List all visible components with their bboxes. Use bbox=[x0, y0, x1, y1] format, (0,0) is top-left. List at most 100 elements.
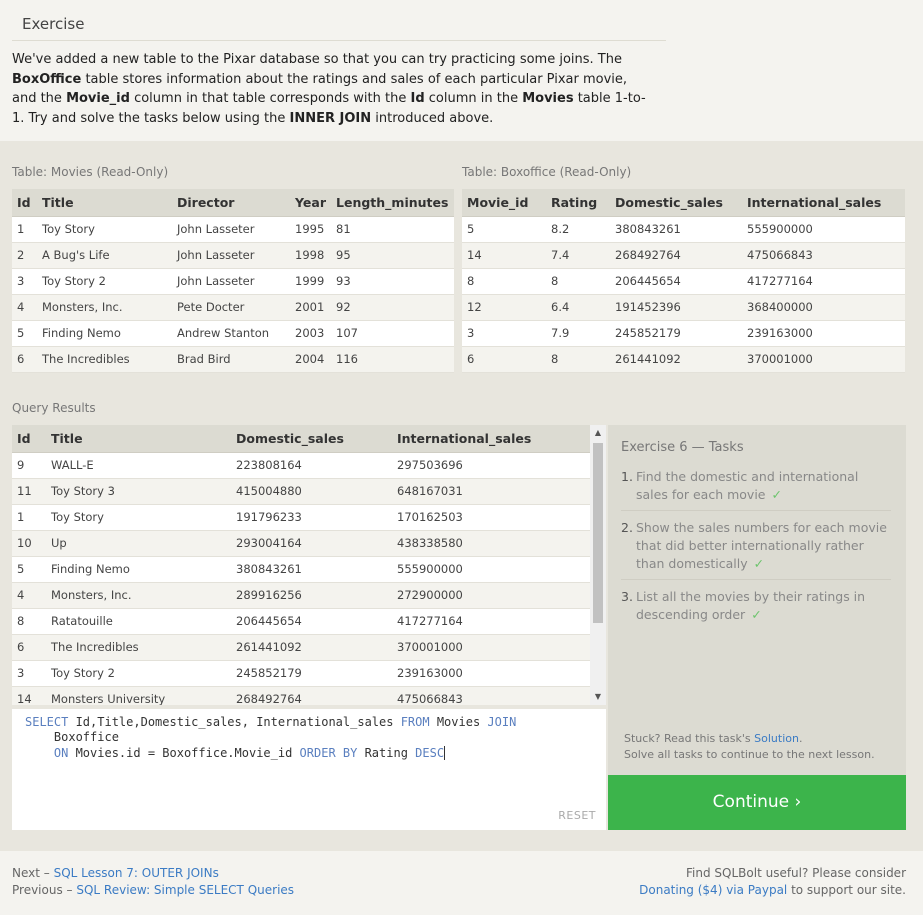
intro-text-part: introduced above. bbox=[371, 110, 494, 126]
table-cell: 81 bbox=[331, 216, 454, 243]
table-cell: 223808164 bbox=[231, 452, 392, 479]
table-cell: 92 bbox=[331, 294, 454, 321]
table-cell: A Bug's Life bbox=[37, 242, 172, 269]
table-cell: 6 bbox=[462, 346, 546, 373]
sql-text: Rating bbox=[357, 745, 416, 760]
column-header: Title bbox=[37, 189, 172, 217]
table-cell: 107 bbox=[331, 320, 454, 347]
column-header: Id bbox=[12, 425, 46, 453]
intro-text-part: column in the bbox=[424, 91, 523, 107]
sql-query-editor[interactable]: SELECT Id,Title,Domestic_sales, Internat… bbox=[12, 709, 606, 830]
table-cell: 6 bbox=[12, 346, 37, 373]
table-cell: Finding Nemo bbox=[46, 556, 231, 583]
table-cell: Monsters, Inc. bbox=[46, 582, 231, 609]
table-cell: 417277164 bbox=[742, 268, 905, 295]
continue-button[interactable]: Continue › bbox=[608, 775, 906, 830]
table-row: 4 Monsters, Inc. 289916256 272900000 bbox=[12, 582, 590, 609]
table-cell: 191796233 bbox=[231, 504, 392, 531]
table-row: 5 Finding Nemo 380843261 555900000 bbox=[12, 556, 590, 583]
task-number: 3. bbox=[621, 589, 633, 604]
exercise-intro: Exercise We've added a new table to the … bbox=[0, 0, 923, 141]
lesson-navigation: Next – SQL Lesson 7: OUTER JOINs Previou… bbox=[12, 865, 294, 899]
column-header: Length_minutes bbox=[331, 189, 454, 217]
table-cell: Monsters University bbox=[46, 686, 231, 705]
sql-keyword: SELECT bbox=[25, 715, 69, 729]
table-cell: 380843261 bbox=[231, 556, 392, 583]
table-cell: 8 bbox=[546, 346, 610, 373]
intro-bold-id: Id bbox=[410, 91, 425, 107]
boxoffice-table: Movie_id Rating Domestic_sales Internationa… bbox=[462, 189, 905, 373]
table-cell: Toy Story 2 bbox=[46, 660, 231, 687]
table-row: 1 Toy Story John Lasseter 1995 81 bbox=[12, 216, 454, 243]
column-header: International_sales bbox=[742, 189, 905, 217]
table-cell: 380843261 bbox=[610, 216, 742, 243]
table-row: 6 The Incredibles 261441092 370001000 bbox=[12, 634, 590, 661]
table-row: 9 WALL-E 223808164 297503696 bbox=[12, 452, 590, 479]
solution-link[interactable]: Solution bbox=[754, 732, 799, 745]
table-cell: 7.4 bbox=[546, 242, 610, 269]
table-cell: 3 bbox=[12, 660, 46, 687]
table-cell: 417277164 bbox=[392, 608, 590, 635]
table-cell: Toy Story bbox=[37, 216, 172, 243]
table-cell: WALL-E bbox=[46, 452, 231, 479]
query-results-label: Query Results bbox=[12, 401, 96, 415]
previous-prefix: Previous – bbox=[12, 883, 77, 897]
task-text: Find the domestic and international sale… bbox=[636, 469, 859, 502]
stuck-text: Stuck? Read this task's bbox=[624, 732, 755, 745]
table-cell: 245852179 bbox=[610, 320, 742, 347]
table-cell: Up bbox=[46, 530, 231, 557]
table-cell: Toy Story 2 bbox=[37, 268, 172, 295]
table-cell: Brad Bird bbox=[172, 346, 290, 373]
scroll-down-arrow-icon[interactable]: ▼ bbox=[590, 689, 606, 705]
table-row: 10 Up 293004164 438338580 bbox=[12, 530, 590, 557]
table-cell: 8 bbox=[546, 268, 610, 295]
column-header: Domestic_sales bbox=[610, 189, 742, 217]
donate-link[interactable]: Donating ($4) via Paypal bbox=[639, 883, 787, 897]
movies-table-label: Table: Movies (Read-Only) bbox=[12, 165, 169, 179]
table-cell: Andrew Stanton bbox=[172, 320, 290, 347]
checkmark-icon: ✓ bbox=[751, 607, 762, 622]
next-lesson-link[interactable]: SQL Lesson 7: OUTER JOINs bbox=[54, 866, 219, 880]
column-header: Movie_id bbox=[462, 189, 546, 217]
table-cell: 8.2 bbox=[546, 216, 610, 243]
table-cell: 93 bbox=[331, 268, 454, 295]
column-header: Director bbox=[172, 189, 290, 217]
table-cell: 555900000 bbox=[392, 556, 590, 583]
table-row: 8 8 206445654 417277164 bbox=[462, 268, 905, 295]
column-header: Rating bbox=[546, 189, 610, 217]
query-results-panel[interactable]: Id Title Domestic_sales International_sales… bbox=[12, 425, 606, 705]
donate-suffix: to support our site. bbox=[787, 883, 906, 897]
table-row: 12 6.4 191452396 368400000 bbox=[462, 294, 905, 321]
scroll-thumb[interactable] bbox=[593, 443, 603, 623]
column-header: Year bbox=[290, 189, 331, 217]
table-row: 14 Monsters University 268492764 475066843 bbox=[12, 686, 590, 705]
table-cell: 415004880 bbox=[231, 478, 392, 505]
column-header: Id bbox=[12, 189, 37, 217]
previous-lesson-link[interactable]: SQL Review: Simple SELECT Queries bbox=[76, 883, 294, 897]
solve-all-text: Solve all tasks to continue to the next … bbox=[624, 748, 875, 761]
results-scrollbar[interactable]: ▲ ▼ bbox=[590, 425, 606, 705]
table-cell: John Lasseter bbox=[172, 242, 290, 269]
table-cell: 475066843 bbox=[392, 686, 590, 705]
table-cell: John Lasseter bbox=[172, 268, 290, 295]
sql-query-text[interactable]: SELECT Id,Title,Domestic_sales, Internat… bbox=[25, 715, 516, 761]
exercise-heading: Exercise bbox=[12, 6, 666, 41]
table-cell: 293004164 bbox=[231, 530, 392, 557]
table-cell: 191452396 bbox=[610, 294, 742, 321]
table-cell: 7.9 bbox=[546, 320, 610, 347]
table-cell: The Incredibles bbox=[46, 634, 231, 661]
query-results-table: Id Title Domestic_sales International_sales… bbox=[12, 425, 590, 705]
table-cell: 370001000 bbox=[392, 634, 590, 661]
text-cursor bbox=[444, 745, 446, 760]
table-cell: 3 bbox=[462, 320, 546, 347]
table-cell: 4 bbox=[12, 294, 37, 321]
sql-text: Boxoffice bbox=[25, 730, 119, 745]
reset-button[interactable]: RESET bbox=[558, 809, 596, 822]
table-cell: 5 bbox=[12, 320, 37, 347]
table-cell: 297503696 bbox=[392, 452, 590, 479]
scroll-up-arrow-icon[interactable]: ▲ bbox=[590, 425, 606, 441]
sql-text: Id,Title,Domestic_sales, International_s… bbox=[68, 715, 401, 729]
table-cell: 206445654 bbox=[231, 608, 392, 635]
table-cell: 6.4 bbox=[546, 294, 610, 321]
table-cell: Monsters, Inc. bbox=[37, 294, 172, 321]
